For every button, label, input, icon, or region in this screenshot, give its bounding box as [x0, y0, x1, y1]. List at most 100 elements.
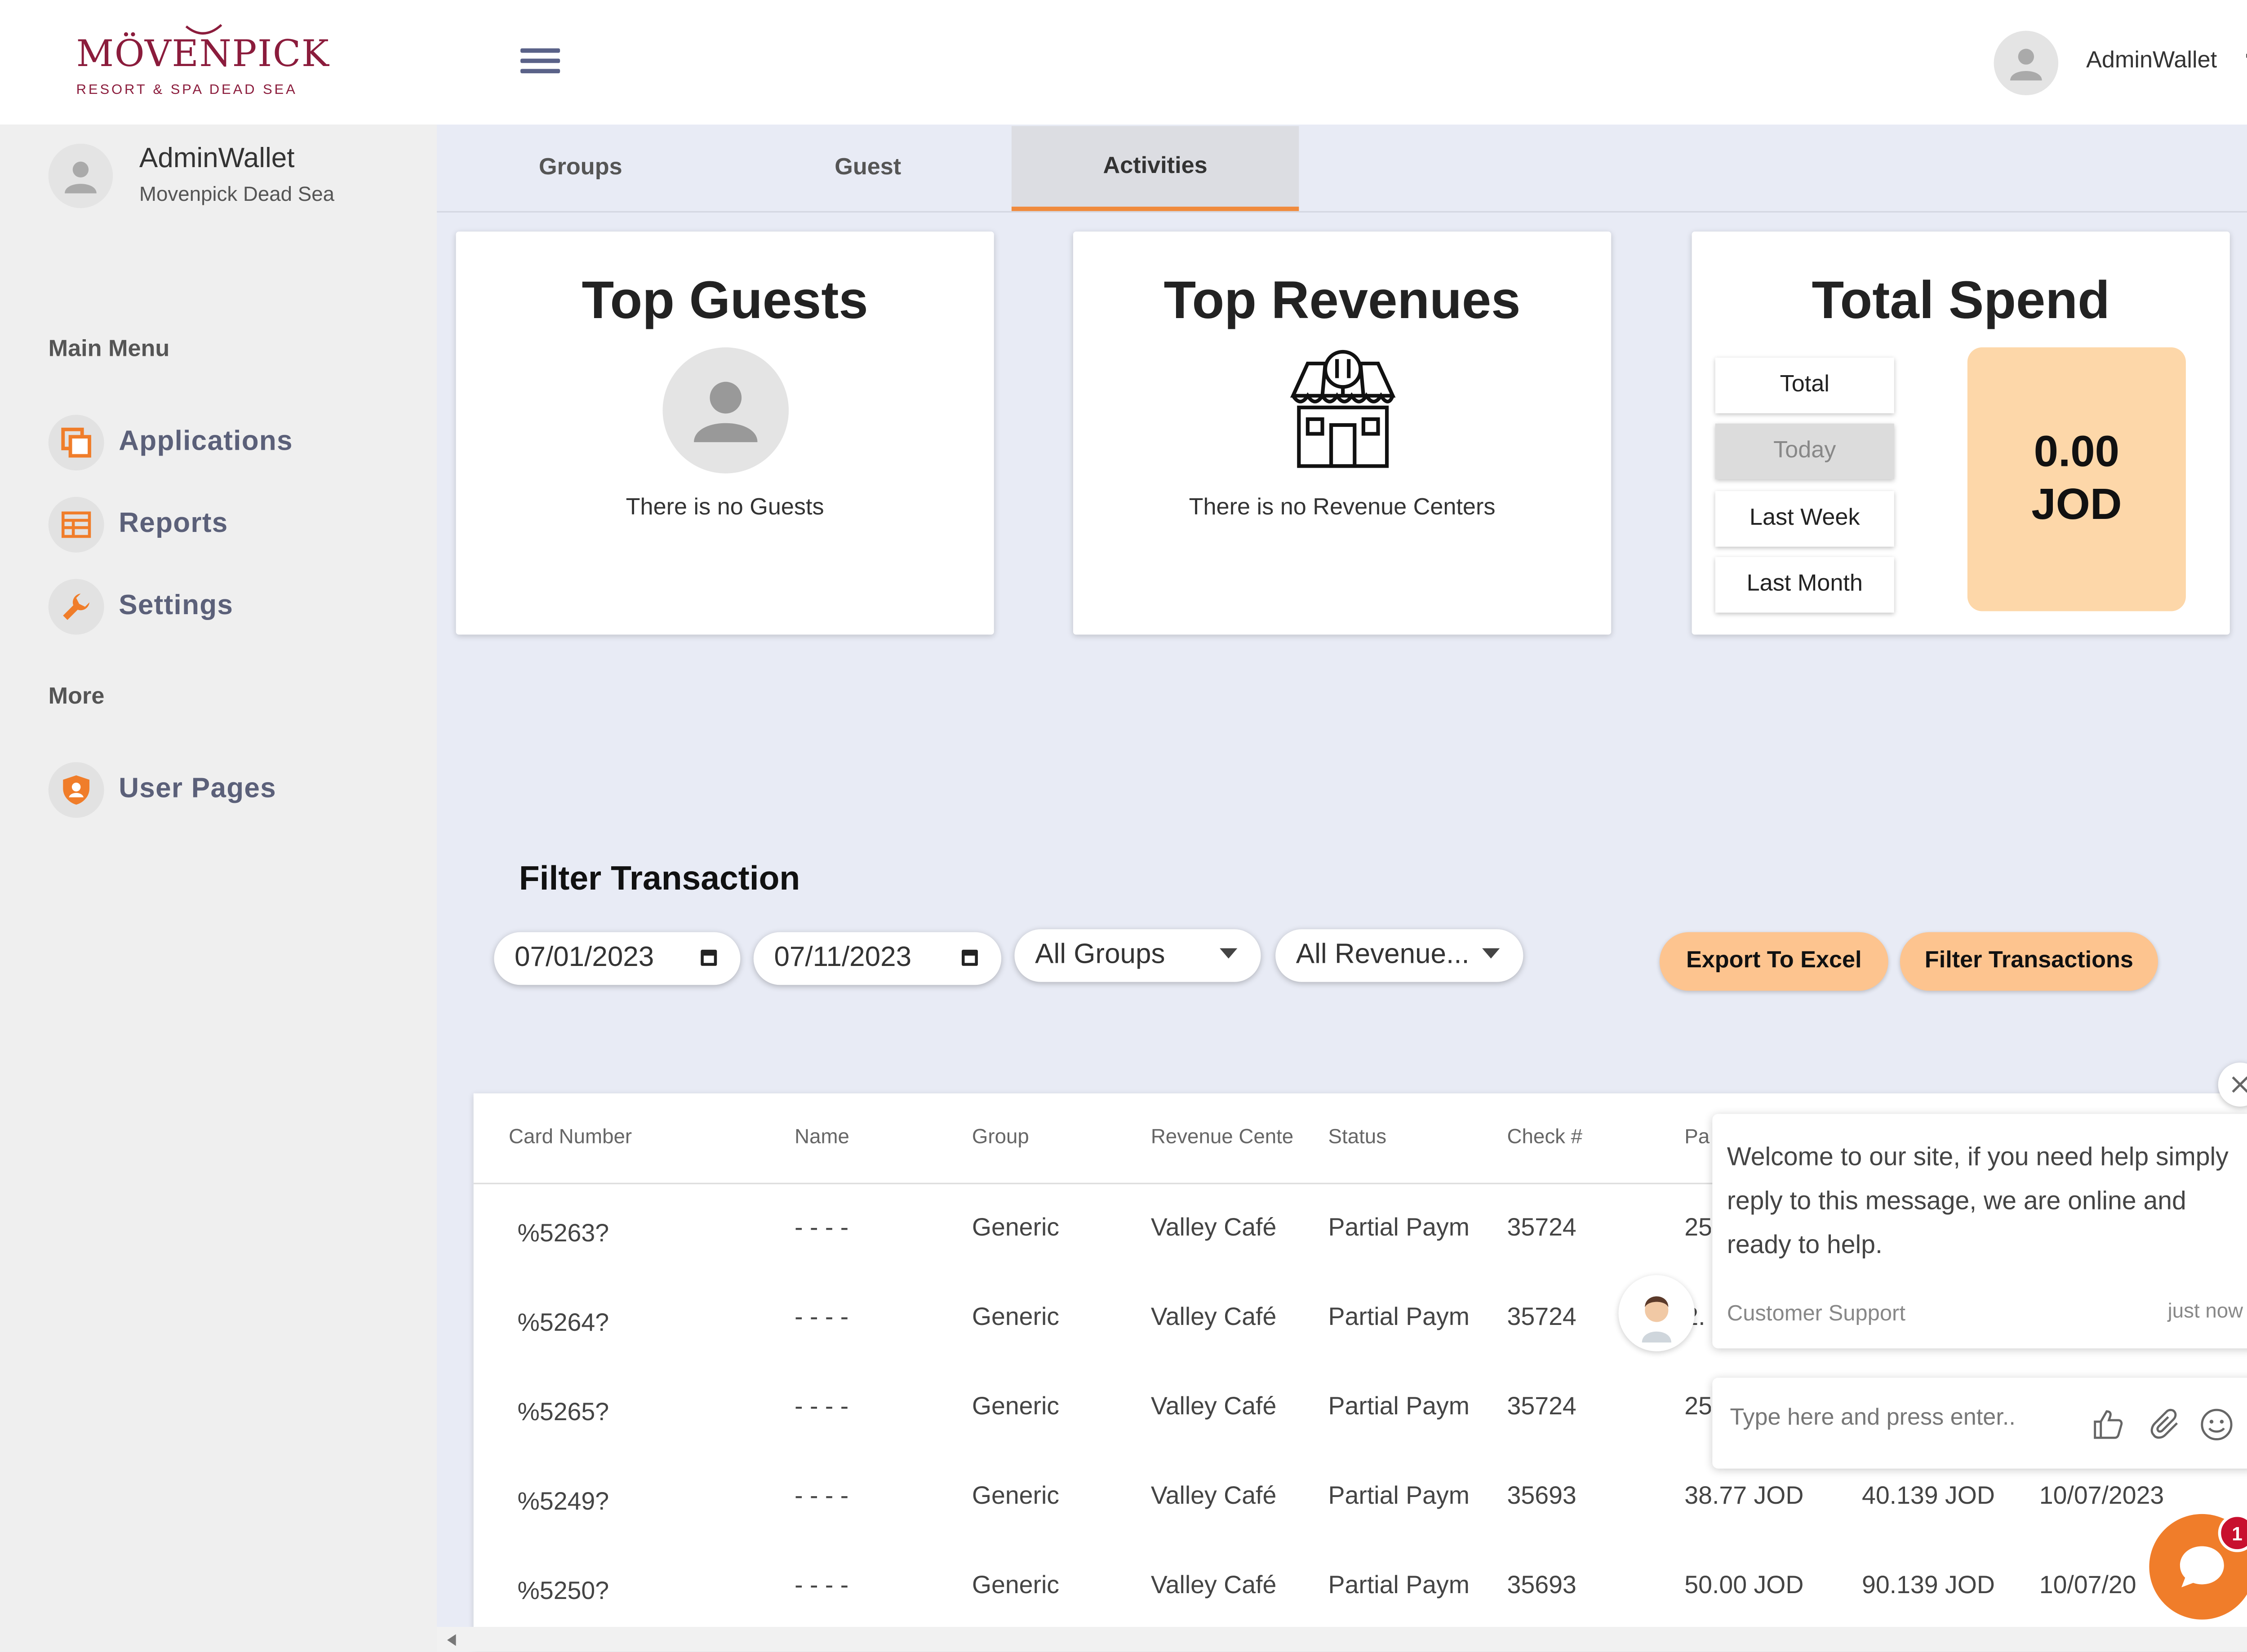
horizontal-scrollbar[interactable] — [437, 1627, 2247, 1652]
cell-status: Partial Paym — [1328, 1571, 1470, 1599]
cell-balance: 90.139 JOD — [1861, 1571, 1995, 1599]
hamburger-icon-bar — [520, 69, 560, 74]
sidebar-item-settings[interactable]: Settings — [48, 577, 415, 636]
filter-title: Filter Transaction — [519, 859, 800, 897]
sidebar-user-property: Movenpick Dead Sea — [139, 182, 335, 205]
from-date-input[interactable]: 07/01/2023 — [494, 932, 741, 985]
cell-group: Generic — [972, 1303, 1060, 1331]
group-select-value: All Groups — [1035, 939, 1165, 970]
column-header[interactable]: Card Number — [509, 1124, 773, 1147]
emoji-icon[interactable] — [2199, 1407, 2234, 1442]
filter-transactions-button[interactable]: Filter Transactions — [1900, 932, 2158, 991]
export-excel-button[interactable]: Export To Excel — [1659, 932, 1888, 991]
thumbs-up-icon[interactable] — [2091, 1407, 2126, 1442]
to-date-input[interactable]: 07/11/2023 — [753, 932, 1002, 985]
chat-input[interactable] — [1727, 1404, 2085, 1434]
period-total-button[interactable]: Total — [1715, 357, 1894, 413]
paperclip-icon[interactable] — [2148, 1407, 2183, 1442]
column-header[interactable]: Check # — [1507, 1124, 1654, 1147]
cell-check: 35724 — [1507, 1303, 1576, 1331]
sidebar-avatar — [48, 143, 113, 208]
header-avatar[interactable] — [1994, 31, 2059, 96]
cell-status: Partial Paym — [1328, 1303, 1470, 1331]
cell-name: - - - - — [795, 1571, 849, 1599]
chat-message-text: Welcome to our site, if you need help si… — [1727, 1142, 2229, 1259]
sidebar-item-label: Applications — [119, 426, 293, 457]
chevron-down-icon — [1482, 948, 1500, 959]
column-header[interactable]: Name — [795, 1124, 941, 1147]
cell-group: Generic — [972, 1392, 1060, 1421]
chat-sender: Customer Support — [1727, 1301, 1905, 1327]
guest-placeholder-icon — [662, 347, 789, 474]
menu-toggle-button[interactable] — [516, 44, 563, 79]
chevron-down-icon — [1220, 948, 1238, 959]
cell-revenue-center: Valley Café — [1150, 1392, 1277, 1421]
cell-date: 10/07/20 — [2039, 1571, 2136, 1599]
header-username[interactable]: AdminWallet — [2086, 49, 2217, 75]
empty-revenues-message: There is no Revenue Centers — [1189, 495, 1496, 521]
column-header[interactable]: Status — [1328, 1124, 1475, 1147]
cell-paid: 25 — [1684, 1392, 1711, 1421]
agent-avatar-icon — [1642, 1296, 1671, 1343]
cell-card-number: %5264? — [517, 1309, 609, 1337]
period-last-month-button[interactable]: Last Month — [1715, 557, 1894, 613]
spend-amount: 0.00 — [2034, 428, 2120, 477]
tab-groups[interactable]: Groups — [437, 126, 724, 211]
calendar-icon[interactable] — [701, 949, 717, 966]
cell-name: - - - - — [795, 1303, 849, 1331]
cell-revenue-center: Valley Café — [1150, 1571, 1277, 1599]
user-icon — [65, 161, 97, 194]
tab-activities[interactable]: Activities — [1011, 126, 1299, 211]
cell-check: 35693 — [1507, 1482, 1576, 1510]
sidebar-item-label: Reports — [119, 508, 228, 540]
empty-guests-message: There is no Guests — [626, 495, 824, 521]
reports-icon — [48, 496, 104, 553]
close-icon — [2232, 1076, 2247, 1093]
top-bar — [0, 0, 2247, 125]
cell-card-number: %5249? — [517, 1488, 609, 1516]
chat-message-bubble[interactable]: Welcome to our site, if you need help si… — [1712, 1114, 2247, 1349]
brand-name: MÖVENPICK — [76, 32, 330, 75]
sidebar-item-reports[interactable]: Reports — [48, 496, 415, 554]
cell-revenue-center: Valley Café — [1150, 1482, 1277, 1510]
cell-group: Generic — [972, 1214, 1060, 1242]
chat-icon — [2180, 1546, 2224, 1587]
sidebar-user-name: AdminWallet — [139, 143, 295, 175]
sidebar-item-user-pages[interactable]: User Pages — [48, 761, 415, 819]
revenue-select-value: All Revenue... — [1296, 939, 1470, 970]
cell-card-number: %5265? — [517, 1398, 609, 1426]
cell-check: 35693 — [1507, 1571, 1576, 1599]
more-options-icon[interactable]: ··· — [2244, 41, 2247, 72]
period-today-button[interactable]: Today — [1715, 423, 1894, 479]
support-agent-avatar — [1618, 1275, 1695, 1351]
cell-group: Generic — [972, 1571, 1060, 1599]
cell-paid: 38.77 JOD — [1684, 1482, 1804, 1510]
column-header[interactable]: Group — [972, 1124, 1119, 1147]
group-select[interactable]: All Groups — [1014, 929, 1261, 982]
column-header[interactable]: Revenue Cente — [1151, 1124, 1293, 1147]
top-revenues-card: Top Revenues There is no Revenue Centers — [1073, 231, 1612, 635]
tab-guest[interactable]: Guest — [724, 126, 1012, 211]
user-icon — [2010, 49, 2042, 81]
cell-card-number: %5263? — [517, 1219, 609, 1248]
cell-check: 35724 — [1507, 1214, 1576, 1242]
total-spend-card: Total Spend Total Today Last Week Last M… — [1692, 231, 2230, 635]
sidebar-item-applications[interactable]: Applications — [48, 413, 415, 472]
brand-subtitle: RESORT & SPA DEAD SEA — [76, 82, 298, 98]
cell-name: - - - - — [795, 1392, 849, 1421]
cell-name: - - - - — [795, 1214, 849, 1242]
applications-icon — [48, 415, 104, 471]
shield-icon — [48, 762, 104, 818]
period-last-week-button[interactable]: Last Week — [1715, 491, 1894, 547]
cell-paid: 50.00 JOD — [1684, 1571, 1804, 1599]
calendar-icon[interactable] — [962, 949, 978, 966]
to-date-value: 07/11/2023 — [774, 942, 912, 974]
cell-revenue-center: Valley Café — [1150, 1214, 1277, 1242]
card-title: Top Revenues — [1163, 270, 1521, 330]
cell-group: Generic — [972, 1482, 1060, 1510]
scroll-left-arrow-icon[interactable] — [446, 1633, 457, 1648]
card-title: Total Spend — [1812, 270, 2110, 330]
cell-status: Partial Paym — [1328, 1482, 1470, 1510]
total-spend-value: 0.00 JOD — [1967, 347, 2186, 611]
revenue-center-select[interactable]: All Revenue... — [1275, 929, 1523, 982]
